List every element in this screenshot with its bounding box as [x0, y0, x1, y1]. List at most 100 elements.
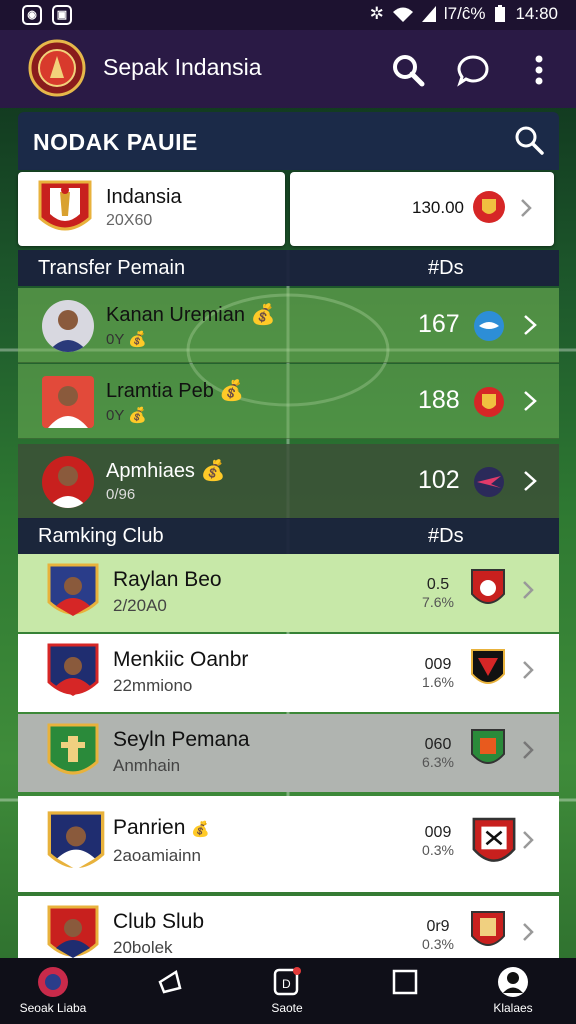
chevron-right-icon: [523, 581, 534, 599]
main-panel: NODAK PAUIE Indansia 20X60 130.00 Transf…: [18, 112, 559, 1024]
ranking-section-title: Ramking Club: [38, 525, 164, 547]
club-name: Panrien 💰: [113, 816, 210, 839]
money-bag-icon: 💰: [200, 460, 226, 482]
panel-title: NODAK PAUIE: [33, 129, 198, 155]
signal-icon: [421, 6, 436, 22]
club-row[interactable]: Seyln Pemana Anmhain 060 6.3%: [18, 714, 559, 792]
money-bag-icon: 💰: [191, 821, 210, 838]
scores-icon: D: [273, 967, 301, 996]
player-value: 188: [418, 386, 460, 414]
money-bag-icon: 💰: [219, 380, 245, 402]
club-percent: 1.6%: [422, 674, 454, 690]
club-badge-icon: [471, 911, 505, 946]
nav-label: Seoak Liaba: [19, 1001, 87, 1015]
square-icon: [392, 969, 418, 995]
panel-header: NODAK PAUIE: [18, 112, 559, 170]
club-value: 0r9: [426, 918, 450, 935]
nav-label: Klalaes: [493, 1001, 533, 1015]
player-sub: 0/96: [106, 486, 136, 503]
club-name: Club Slub: [113, 910, 205, 933]
chevron-right-icon: [523, 923, 534, 941]
chevron-right-icon: [524, 315, 537, 335]
transfer-column-label: #Ds: [428, 257, 464, 279]
back-icon: [158, 970, 182, 994]
featured-team-name: Indansia: [106, 186, 182, 208]
chevron-right-icon: [521, 199, 532, 217]
nav-label: Saote: [271, 1001, 303, 1015]
notification-icon: ◉: [22, 5, 42, 25]
ranking-column-label: #Ds: [428, 525, 464, 547]
featured-value: 130.00: [412, 198, 464, 217]
club-sub: 2aoamiainn: [113, 846, 201, 865]
club-crest-icon: [47, 563, 99, 616]
chevron-right-icon: [524, 471, 537, 491]
bluetooth-icon: ✲: [369, 4, 384, 23]
featured-value-card[interactable]: 130.00: [290, 172, 554, 246]
featured-team-sub: 20X60: [106, 212, 153, 229]
club-crest-icon: [47, 643, 99, 696]
nav-recents[interactable]: [370, 966, 440, 1022]
app-notification-icon: ▣: [52, 5, 72, 25]
club-crest-icon: [47, 905, 99, 958]
club-value: 0.5: [426, 576, 450, 593]
app-logo-crest[interactable]: [28, 38, 86, 98]
transfer-row[interactable]: Apmhiaes 💰 0/96 102: [18, 444, 559, 519]
player-avatar: [42, 300, 94, 352]
featured-team-card[interactable]: Indansia 20X60: [18, 172, 285, 246]
club-value: 009: [424, 656, 452, 673]
club-badge-icon: [471, 649, 505, 684]
money-bag-icon: 💰: [250, 304, 276, 326]
club-sub: 22mmiono: [113, 676, 193, 695]
club-value: 060: [424, 736, 452, 753]
club-name: Menkiic Oanbr: [113, 648, 249, 671]
nav-home[interactable]: Seoak Liaba: [18, 966, 88, 1022]
nav-profile[interactable]: Klalaes: [478, 966, 548, 1022]
app-bar: Sepak Indansia: [0, 30, 576, 108]
nav-back[interactable]: [135, 966, 205, 1022]
club-sub: 2/20A0: [113, 596, 167, 615]
chevron-right-icon: [523, 831, 534, 849]
transfer-section-header: Transfer Pemain #Ds: [18, 250, 559, 286]
club-name: Seyln Pemana: [113, 728, 250, 751]
club-percent: 7.6%: [422, 594, 454, 610]
chevron-right-icon: [524, 391, 537, 411]
search-icon[interactable]: [390, 52, 426, 88]
panel-search-icon[interactable]: [513, 124, 545, 156]
club-badge-icon: [471, 569, 505, 604]
club-row[interactable]: Raylan Beo 2/20A0 0.5 7.6%: [18, 554, 559, 632]
club-badge-icon: [472, 817, 516, 862]
battery-text: Ɩ7/ĉ%: [443, 4, 486, 23]
club-row[interactable]: Menkiic Oanbr 22mmiono 009 1.6%: [18, 634, 559, 712]
player-value: 102: [418, 466, 460, 494]
transfer-row[interactable]: Lramtia Peb 💰 0Y 💰 188: [18, 364, 559, 439]
club-crest-icon: [47, 811, 105, 870]
club-badge-icon: [474, 467, 504, 497]
more-menu-icon[interactable]: [521, 52, 557, 88]
transfer-row[interactable]: Kanan Uremian 💰 0Y 💰 167: [18, 288, 559, 363]
club-sub: 20bolek: [113, 938, 173, 957]
player-avatar: [42, 456, 94, 508]
ranking-section-header: Ramking Club #Ds: [18, 518, 559, 554]
nav-scores[interactable]: D Saote: [252, 966, 322, 1022]
club-percent: 6.3%: [422, 754, 454, 770]
player-avatar: [42, 376, 94, 428]
club-badge-icon: [474, 387, 504, 417]
player-sub: 0Y 💰: [106, 331, 147, 348]
bottom-navigation: Seoak Liaba D Saote Klalaes: [0, 958, 576, 1024]
money-bag-icon: 💰: [128, 407, 147, 424]
status-bar: ◉ ▣ ✲ Ɩ7/ĉ% 14:80: [0, 0, 576, 30]
player-name: Lramtia Peb 💰: [106, 380, 245, 402]
club-row[interactable]: Panrien 💰 2aoamiainn 009 0.3%: [18, 796, 559, 892]
chat-icon[interactable]: [455, 52, 491, 88]
wifi-icon: [392, 7, 413, 22]
battery-icon: [495, 5, 506, 22]
money-bag-icon: 💰: [128, 331, 147, 348]
transfer-section-title: Transfer Pemain: [38, 257, 186, 279]
club-percent: 0.3%: [422, 842, 454, 858]
home-crest-icon: [38, 967, 68, 997]
player-name: Kanan Uremian 💰: [106, 304, 276, 326]
svg-text:D: D: [282, 977, 291, 991]
indonesia-crest-icon: [38, 180, 92, 231]
chevron-right-icon: [523, 741, 534, 759]
club-name: Raylan Beo: [113, 568, 222, 591]
